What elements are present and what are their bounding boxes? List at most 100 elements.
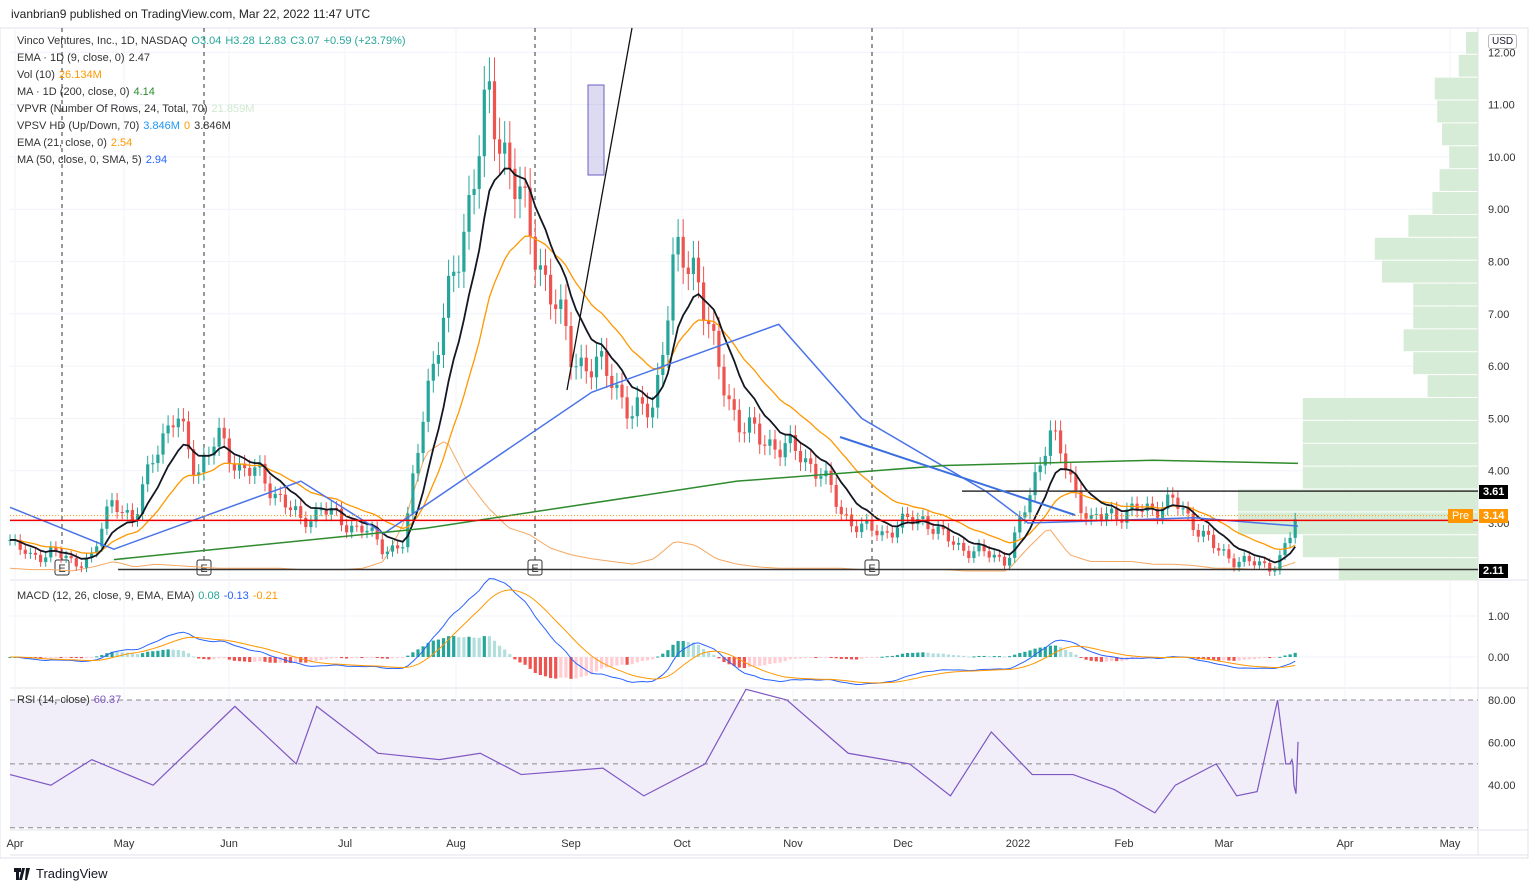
macd-tick-label: 0.00 — [1488, 652, 1509, 664]
macd-histogram-bar — [477, 637, 481, 657]
price-tick-label: 12.00 — [1488, 47, 1516, 59]
vpvr-legend[interactable]: VPVR (Number Of Rows, 24, Total, 70) 21.8… — [17, 103, 258, 115]
candle-body — [681, 236, 685, 268]
macd-histogram-bar — [258, 657, 262, 662]
candle-body — [1293, 519, 1297, 538]
macd-histogram-bar — [518, 657, 522, 663]
vpvr-label: VPVR (Number Of Rows, 24, Total, 70) — [17, 103, 208, 115]
macd-histogram-bar — [222, 657, 226, 659]
vpvr-row-bar — [1238, 489, 1478, 512]
macd-label: MACD (12, 26, close, 9, EMA, EMA) — [17, 590, 195, 602]
candle-body — [875, 530, 879, 536]
ema21-legend[interactable]: EMA (21, close, 0) 2.54 — [17, 137, 136, 149]
macd-histogram-bar — [1023, 651, 1027, 657]
macd-histogram-bar — [176, 649, 180, 657]
candle-body — [503, 142, 507, 154]
candle-body — [1013, 532, 1017, 558]
candle-body — [146, 464, 150, 485]
macd-histogram-bar — [472, 637, 476, 657]
candle-body — [452, 271, 456, 276]
macd-histogram-bar — [615, 657, 619, 666]
macd-histogram-bar — [717, 657, 721, 659]
candle-body — [273, 493, 277, 499]
macd-histogram-bar — [860, 657, 864, 659]
macd-histogram-bar — [712, 654, 716, 657]
macd-histogram-bar — [1222, 657, 1226, 661]
macd-histogram-bar — [885, 656, 889, 658]
macd-histogram-bar — [1069, 652, 1073, 657]
vol-legend[interactable]: Vol (10) 26.134M — [17, 69, 106, 81]
candle-body — [426, 380, 430, 422]
time-tick-label: Dec — [893, 838, 913, 850]
macd-histogram-bar — [141, 653, 145, 657]
macd-histogram-bar — [375, 657, 379, 658]
macd-histogram-bar — [370, 657, 374, 658]
macd-histogram-bar — [171, 649, 175, 657]
macd-histogram-bar — [355, 657, 359, 659]
candle-body — [630, 416, 634, 419]
ma50-label: MA (50, close, 0, SMA, 5) — [17, 154, 142, 166]
candle-body — [722, 366, 726, 396]
candle-body — [860, 523, 864, 533]
chart-canvas[interactable]: Apr May Jun Jul Aug Sep Oct Nov Dec 2022 Feb Mar Apr… — [0, 0, 1536, 892]
candle-body — [1217, 548, 1221, 551]
vpsv-zero: 0 — [183, 120, 191, 132]
highlight-rectangle — [587, 84, 605, 176]
candle-body — [492, 81, 497, 140]
price-tick-label: 11.00 — [1488, 100, 1515, 112]
macd-histogram-bar — [824, 657, 828, 658]
macd-histogram-bar — [95, 656, 99, 658]
candle-body — [161, 433, 165, 455]
macd-histogram-bar — [151, 651, 155, 657]
vpsv-legend[interactable]: VPSV HD (Up/Down, 70) 3.846M 0 3.846M — [17, 120, 235, 132]
macd-histogram-bar — [513, 657, 517, 660]
ohlc-high: H3.28 — [225, 35, 255, 47]
macd-histogram-bar — [1263, 657, 1267, 659]
candle-body — [972, 551, 976, 559]
macd-histogram-bar — [74, 657, 78, 658]
time-tick-label: May — [114, 838, 135, 850]
macd-histogram-bar — [508, 654, 512, 657]
macd-histogram-bar — [54, 657, 58, 658]
candle-body — [176, 418, 180, 428]
candle-body — [28, 552, 32, 554]
ema9-legend[interactable]: EMA · 1D (9, close, 0) 2.47 — [17, 52, 154, 64]
symbol-title[interactable]: Vinco Ventures, Inc., 1D, NASDAQ — [17, 35, 187, 47]
macd-hist-value: 0.08 — [198, 590, 220, 602]
macd-histogram-bar — [49, 657, 53, 658]
macd-histogram-bar — [926, 652, 930, 657]
vpvr-row-bar — [1403, 329, 1478, 352]
candle-body — [533, 236, 537, 270]
macd-histogram-bar — [146, 651, 150, 657]
macd-histogram-bar — [997, 656, 1001, 658]
candle-body — [538, 265, 542, 270]
macd-histogram-bar — [406, 655, 410, 657]
macd-legend[interactable]: MACD (12, 26, close, 9, EMA, EMA) 0.08 -0.… — [17, 590, 282, 602]
vpsv-label: VPSV HD (Up/Down, 70) — [17, 120, 140, 132]
rsi-tick-label: 40.00 — [1488, 780, 1516, 792]
candle-body — [804, 458, 808, 463]
macd-histogram-bar — [543, 657, 548, 677]
macd-histogram-bar — [186, 653, 191, 657]
macd-tick-label: 1.00 — [1488, 611, 1509, 623]
candle-body — [151, 463, 155, 465]
time-tick-label: Aug — [446, 838, 466, 850]
tradingview-logo[interactable]: TradingView — [14, 866, 108, 881]
candle-body — [248, 468, 252, 476]
macd-histogram-bar — [707, 652, 711, 657]
ma200-legend[interactable]: MA · 1D (200, close, 0) 4.14 — [17, 86, 159, 98]
macd-histogram-bar — [865, 657, 869, 658]
macd-histogram-bar — [972, 656, 976, 658]
ma50-legend[interactable]: MA (50, close, 0, SMA, 5) 2.94 — [17, 154, 171, 166]
macd-histogram-bar — [651, 657, 655, 660]
candle-body — [421, 421, 425, 454]
currency-button[interactable]: USD — [1488, 34, 1518, 49]
candle-body — [477, 156, 481, 189]
candle-body — [355, 525, 359, 527]
rsi-legend[interactable]: RSI (14, close) 60.37 — [17, 694, 125, 706]
candle-body — [712, 324, 716, 331]
candle-body — [1140, 510, 1144, 512]
macd-histogram-bar — [1079, 657, 1083, 658]
candle-body — [1002, 556, 1007, 566]
macd-signal-value: -0.21 — [252, 590, 278, 602]
